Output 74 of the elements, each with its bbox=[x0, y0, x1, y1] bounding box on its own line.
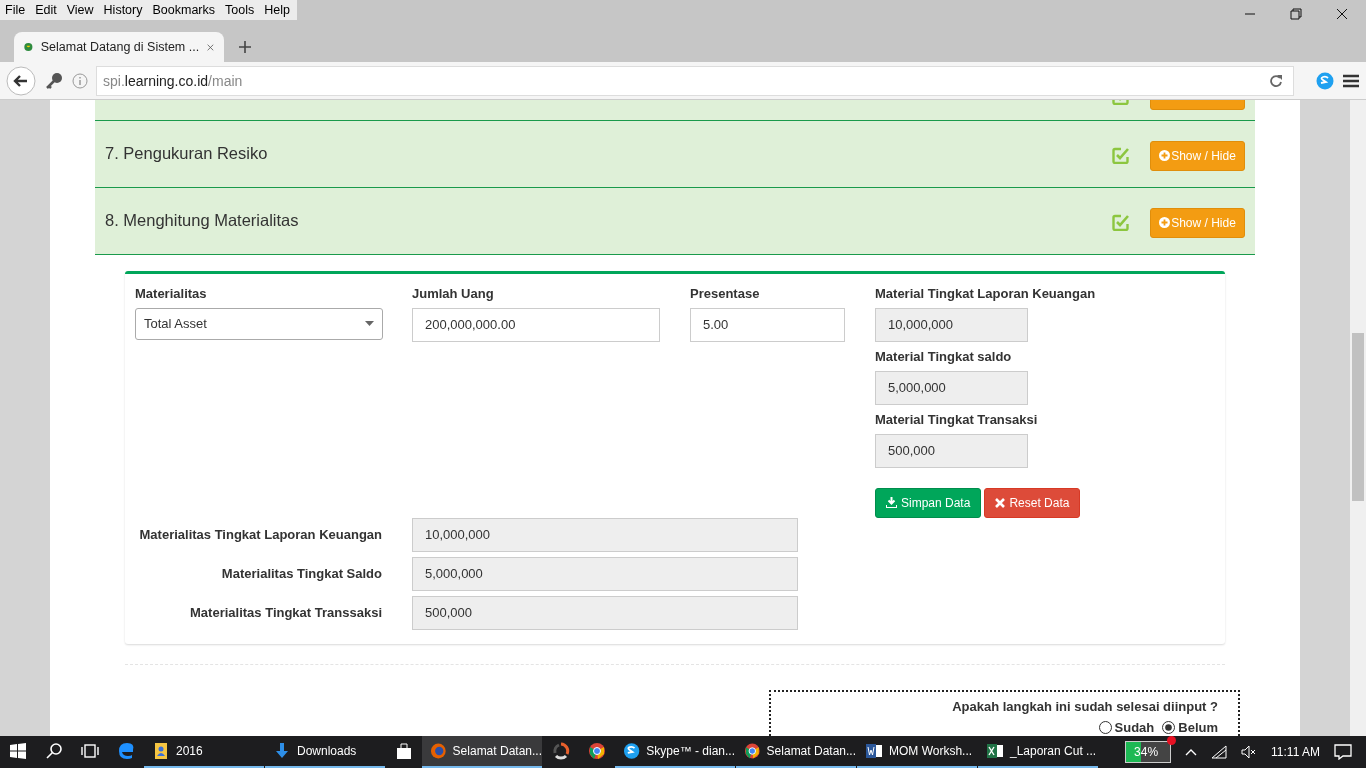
skype-icon[interactable] bbox=[1316, 71, 1334, 90]
close-icon bbox=[995, 497, 1006, 508]
menu-item[interactable]: View bbox=[61, 3, 99, 17]
field-label: Material Tingkat saldo bbox=[875, 348, 1013, 364]
info-icon bbox=[72, 72, 88, 89]
field-label: Material Tingkat Laporan Keuangan bbox=[875, 285, 1096, 301]
taskbar-button[interactable]: Downloads bbox=[265, 736, 385, 768]
clock-text[interactable]: 11:11 AM bbox=[1271, 745, 1320, 759]
browser-icon[interactable] bbox=[588, 742, 606, 760]
field-label: Materialitas Tingkat Laporan Keuangan bbox=[138, 527, 382, 543]
scrollbar-thumb[interactable] bbox=[1352, 333, 1364, 501]
address-field[interactable]: spi.learning.co.id/main bbox=[96, 65, 1294, 96]
section-title: 7. Pengukuran Resiko bbox=[105, 143, 268, 163]
taskbar-button[interactable]: _Laporan Cut ... bbox=[978, 736, 1098, 768]
download-icon bbox=[273, 742, 291, 760]
input-field[interactable]: 500,000 bbox=[875, 433, 1028, 468]
field-label: Material Tingkat Transaksi bbox=[875, 411, 1039, 427]
field-label: Presentase bbox=[690, 285, 761, 301]
caret-icon bbox=[365, 321, 374, 327]
browser-icon bbox=[430, 742, 447, 760]
spreadsheet-icon bbox=[986, 742, 1004, 760]
section-title: 8. Menghitung Materialitas bbox=[105, 210, 299, 230]
key-icon bbox=[44, 70, 64, 91]
menu-item[interactable]: Tools bbox=[220, 3, 260, 17]
menu-item[interactable]: Help bbox=[259, 3, 295, 17]
field-label: Materialitas bbox=[135, 285, 208, 301]
input-field[interactable]: 5,000,000 bbox=[412, 556, 798, 591]
restore-icon[interactable] bbox=[1290, 8, 1302, 20]
mute-icon[interactable] bbox=[1241, 745, 1258, 759]
new-tab-icon[interactable] bbox=[238, 40, 252, 54]
wifi-icon[interactable] bbox=[1211, 745, 1228, 759]
input-field[interactable]: 5.00 bbox=[690, 307, 845, 342]
menu-item[interactable]: Bookmarks bbox=[147, 3, 220, 17]
field-label: Materialitas Tingkat Saldo bbox=[220, 566, 382, 582]
materialitas-select[interactable]: Total Asset bbox=[135, 307, 383, 340]
field-label: Materialitas Tingkat Transsaksi bbox=[189, 605, 382, 621]
input-field[interactable]: 500,000 bbox=[412, 595, 798, 630]
menu-item[interactable]: Edit bbox=[30, 3, 62, 17]
radio-option[interactable]: Sudah bbox=[1098, 719, 1155, 735]
field-label: Jumlah Uang bbox=[412, 285, 495, 301]
contact-icon bbox=[152, 742, 170, 760]
plus-icon bbox=[1159, 217, 1171, 229]
close-icon[interactable] bbox=[1336, 8, 1348, 20]
browser-icon bbox=[744, 742, 761, 760]
menu-icon[interactable] bbox=[1342, 72, 1360, 89]
store-icon[interactable] bbox=[395, 742, 413, 760]
notification-icon[interactable] bbox=[1334, 744, 1352, 760]
chat-icon bbox=[623, 742, 641, 760]
taskbar-button[interactable]: Skype™ - dian... bbox=[615, 736, 735, 768]
taskbar-button[interactable]: MOM Worksh... bbox=[857, 736, 977, 768]
radio-option[interactable]: Belum bbox=[1162, 719, 1218, 735]
start-icon[interactable] bbox=[9, 742, 27, 760]
back-icon[interactable] bbox=[6, 65, 36, 96]
ring-icon[interactable] bbox=[552, 742, 570, 760]
input-field[interactable]: 5,000,000 bbox=[875, 370, 1028, 405]
input-field[interactable]: 10,000,000 bbox=[412, 517, 798, 552]
alert-dot bbox=[1167, 736, 1177, 745]
download-icon bbox=[886, 497, 897, 509]
input-field[interactable]: 10,000,000 bbox=[875, 307, 1028, 342]
browser-tab[interactable]: Selamat Datang di Sistem ... bbox=[14, 32, 224, 62]
task-view-icon[interactable] bbox=[81, 742, 99, 760]
menu-item[interactable]: History bbox=[98, 3, 148, 17]
chevron-icon[interactable] bbox=[1185, 748, 1198, 756]
reload-icon[interactable] bbox=[1269, 73, 1283, 88]
question-text: Apakah langkah ini sudah selesai diinput ? bbox=[952, 698, 1218, 714]
plus-icon bbox=[1159, 150, 1171, 162]
input-field[interactable]: 200,000,000.00 bbox=[412, 307, 660, 342]
menu-item[interactable]: File bbox=[0, 3, 31, 17]
taskbar-button[interactable]: Selamat Datan... bbox=[422, 736, 542, 768]
document-icon bbox=[865, 742, 883, 760]
taskbar-button[interactable]: 2016 bbox=[144, 736, 264, 768]
reset-button[interactable]: Reset Data bbox=[984, 487, 1081, 518]
search-icon[interactable] bbox=[45, 742, 63, 760]
taskbar-button[interactable]: Selamat Datan... bbox=[736, 736, 856, 768]
